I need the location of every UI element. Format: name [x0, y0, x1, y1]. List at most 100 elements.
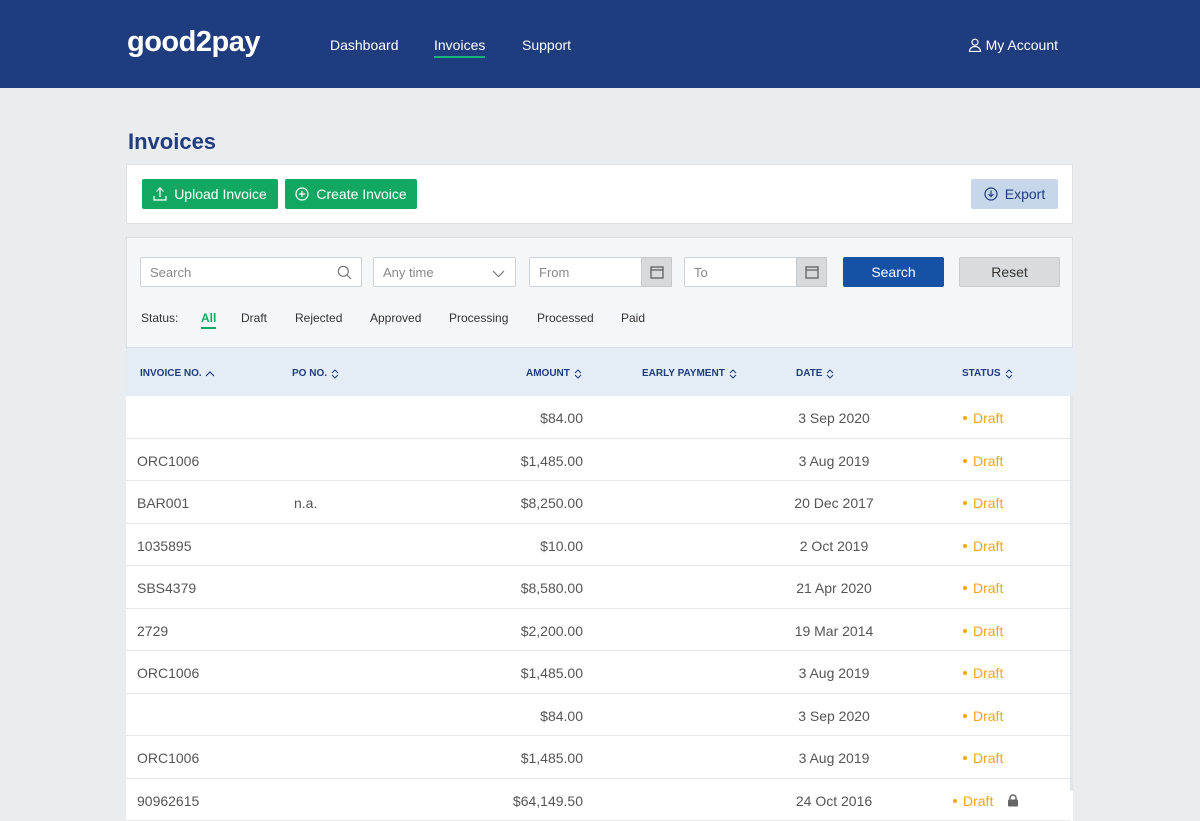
amount-cell: $84.00	[540, 707, 583, 724]
column-header-amount[interactable]: AMOUNT	[526, 368, 583, 379]
date-cell: 3 Sep 2020	[798, 410, 870, 426]
po-no-cell: n.a.	[294, 495, 318, 511]
status-badge: Draft	[953, 793, 1019, 809]
table-row[interactable]: ORC1006 $1,485.00 3 Aug 2019 Draft	[126, 736, 1070, 779]
column-label: AMOUNT	[526, 368, 570, 379]
amount-cell: $2,200.00	[520, 622, 583, 639]
column-header-invoice-no[interactable]: INVOICE NO.	[140, 368, 215, 379]
filter-panel: Search Any time From To Search Reset Sta…	[126, 237, 1073, 347]
status-dot-icon	[963, 713, 967, 718]
invoice-no-cell: 1035895	[137, 537, 192, 554]
from-date-placeholder: From	[539, 264, 570, 280]
status-dot-icon	[963, 416, 967, 420]
status-dot-icon	[953, 798, 957, 803]
my-account-link[interactable]: My Account	[968, 37, 1058, 53]
date-cell: 24 Oct 2016	[795, 792, 873, 809]
status-tab-processed[interactable]: Processed	[537, 311, 594, 325]
sort-icon	[574, 368, 582, 379]
nav-support[interactable]: Support	[522, 37, 571, 53]
status-label: Draft	[973, 580, 1004, 596]
logo[interactable]: good2pay	[127, 26, 260, 59]
status-badge: Draft	[963, 538, 1003, 554]
lock-icon	[1008, 794, 1019, 807]
table-row[interactable]: ORC1006 $1,485.00 3 Aug 2019 Draft	[126, 439, 1070, 481]
top-navigation-bar: good2pay Dashboard Invoices Support My A…	[0, 0, 1200, 88]
export-button[interactable]: Export	[971, 179, 1058, 209]
time-range-select[interactable]: Any time	[373, 257, 516, 287]
column-header-status[interactable]: STATUS	[962, 368, 1014, 379]
column-header-date[interactable]: DATE	[796, 368, 835, 379]
to-date-input[interactable]: To	[684, 257, 827, 287]
status-label: Draft	[973, 665, 1004, 681]
date-cell: 21 Apr 2020	[796, 580, 872, 596]
create-invoice-button[interactable]: Create Invoice	[285, 179, 417, 209]
status-label: Draft	[963, 792, 994, 809]
from-calendar-button[interactable]	[641, 257, 672, 287]
status-badge: Draft	[963, 495, 1003, 511]
column-label: STATUS	[962, 368, 1001, 379]
status-label: Draft	[973, 452, 1004, 469]
table-row[interactable]: $84.00 3 Sep 2020 Draft	[126, 694, 1070, 736]
status-dot-icon	[963, 586, 967, 590]
table-scrollbar[interactable]	[1070, 396, 1073, 791]
amount-cell: $84.00	[540, 410, 583, 426]
upload-invoice-button[interactable]: Upload Invoice	[142, 179, 278, 209]
time-range-value: Any time	[383, 264, 434, 280]
calendar-icon	[804, 266, 819, 279]
status-tab-paid[interactable]: Paid	[621, 311, 645, 325]
invoice-no-cell: ORC1006	[137, 750, 200, 766]
status-tab-rejected[interactable]: Rejected	[295, 311, 342, 325]
sort-icon	[729, 368, 737, 379]
status-label: Draft	[973, 537, 1004, 554]
table-row[interactable]: 1035895 $10.00 2 Oct 2019 Draft	[126, 524, 1070, 566]
column-header-early-payment[interactable]: EARLY PAYMENT	[642, 368, 738, 379]
my-account-label: My Account	[985, 37, 1058, 53]
action-bar: Upload Invoice Create Invoice Export	[126, 164, 1073, 224]
nav-dashboard[interactable]: Dashboard	[330, 37, 399, 53]
calendar-icon	[649, 266, 664, 279]
status-badge: Draft	[963, 623, 1003, 639]
search-button[interactable]: Search	[843, 257, 944, 287]
table-row[interactable]: 90962615 $64,149.50 24 Oct 2016 Draft	[126, 779, 1070, 821]
search-icon	[337, 265, 352, 280]
amount-cell: $10.00	[540, 537, 583, 554]
status-label: Draft	[973, 750, 1004, 766]
status-tab-all[interactable]: All	[201, 311, 217, 329]
sort-icon	[331, 368, 339, 379]
status-tab-processing[interactable]: Processing	[449, 311, 508, 325]
date-cell: 2 Oct 2019	[799, 537, 869, 554]
status-tab-draft[interactable]: Draft	[241, 311, 267, 325]
from-date-input[interactable]: From	[529, 257, 672, 287]
sort-icon	[827, 368, 834, 379]
status-dot-icon	[963, 756, 967, 760]
status-badge: Draft	[963, 453, 1003, 469]
status-badge: Draft	[963, 580, 1003, 596]
invoice-no-cell: BAR001	[137, 495, 190, 511]
amount-cell: $8,250.00	[520, 495, 583, 511]
sort-icon	[1005, 368, 1012, 379]
status-dot-icon	[963, 501, 967, 505]
date-cell: 3 Aug 2019	[798, 665, 870, 681]
table-row[interactable]: SBS4379 $8,580.00 21 Apr 2020 Draft	[126, 566, 1070, 609]
to-calendar-button[interactable]	[796, 257, 827, 287]
status-badge: Draft	[963, 665, 1003, 681]
upload-icon	[153, 187, 167, 201]
invoice-no-cell: ORC1006	[137, 452, 200, 469]
table-row[interactable]: 2729 $2,200.00 19 Mar 2014 Draft	[126, 609, 1070, 651]
status-label: Draft	[973, 410, 1004, 426]
status-tab-approved[interactable]: Approved	[370, 311, 421, 325]
table-row[interactable]: BAR001 n.a. $8,250.00 20 Dec 2017 Draft	[126, 481, 1070, 524]
search-placeholder: Search	[150, 264, 192, 280]
reset-button[interactable]: Reset	[959, 257, 1060, 287]
amount-cell: $1,485.00	[520, 452, 583, 469]
column-header-po-no[interactable]: PO NO.	[292, 368, 340, 379]
invoice-table-body: $84.00 3 Sep 2020 Draft ORC1006 $1,485.00 3 A…	[126, 396, 1073, 821]
search-input[interactable]: Search	[140, 257, 362, 287]
status-badge: Draft	[963, 708, 1003, 724]
create-invoice-label: Create Invoice	[316, 186, 407, 202]
table-header: INVOICE NO. PO NO. AMOUNT EARLY PAYMENT …	[126, 347, 1073, 396]
nav-invoices[interactable]: Invoices	[434, 37, 486, 58]
status-badge: Draft	[963, 410, 1003, 426]
table-row[interactable]: $84.00 3 Sep 2020 Draft	[126, 396, 1070, 439]
table-row[interactable]: ORC1006 $1,485.00 3 Aug 2019 Draft	[126, 651, 1070, 694]
